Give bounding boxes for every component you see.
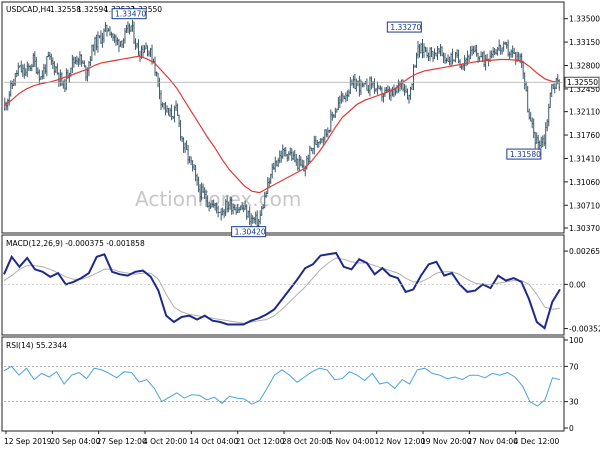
price-axis-label: 1.31760 (569, 131, 600, 140)
price-annotation-label: 1.30420 (235, 228, 266, 237)
time-axis-label: 21 Oct 12:00 (236, 437, 285, 446)
price-axis-label: 1.31060 (569, 178, 600, 187)
rsi-panel-title: RSI(14) 55.2344 (6, 341, 67, 350)
time-axis-label: 19 Nov 20:00 (421, 437, 472, 446)
price-axis-label: 1.32800 (569, 61, 600, 70)
time-axis-label: 4 Oct 20:00 (143, 437, 187, 446)
price-axis-label: 1.31410 (569, 154, 600, 163)
rsi-axis-label: 70 (569, 362, 579, 371)
time-axis-label: 12 Sep 2019 (4, 437, 52, 446)
chart-svg: USDCAD,H4 1.32558 1.32594 1.32532 1.3255… (1, 1, 600, 446)
price-annotation-label: 1.31580 (510, 150, 541, 159)
time-axis-label: 27 Sep 12:00 (97, 437, 147, 446)
time-axis-label: 28 Oct 20:00 (282, 437, 331, 446)
macd-axis-label: -0.003526 (569, 325, 600, 334)
rsi-layer (3, 365, 564, 407)
price-axis-label: 1.30370 (569, 224, 600, 233)
rsi-panel (1, 336, 565, 432)
rsi-axis-label: 0 (569, 424, 574, 433)
price-axis-label: 1.30710 (569, 201, 600, 210)
macd-layer (3, 251, 564, 330)
price-axis-label: 1.33150 (569, 38, 600, 47)
price-annotation-label: 1.33470 (115, 10, 146, 19)
macd-line (3, 251, 561, 330)
time-axis-label: 5 Nov 04:00 (328, 437, 374, 446)
current-price-label: 1.32550 (567, 78, 598, 87)
price-axis-label: 1.32110 (569, 108, 600, 117)
price-annotation-label: 1.33270 (390, 23, 421, 32)
macd-panel-title: MACD(12,26,9) -0.000375 -0.001858 (6, 239, 145, 248)
rsi-axis-label: 30 (569, 398, 579, 407)
axis-layer: 1.335001.331501.328001.324501.321101.317… (4, 15, 600, 446)
time-axis-label: 27 Nov 04:00 (467, 437, 518, 446)
macd-axis-label: 0.002652 (569, 247, 600, 256)
time-axis-label: 14 Oct 04:00 (189, 437, 238, 446)
macd-panel (1, 234, 565, 336)
price-panel-symbol: USDCAD,H4 (6, 5, 51, 14)
chart-canvas: USDCAD,H4 1.32558 1.32594 1.32532 1.3255… (0, 0, 600, 450)
macd-axis-label: 0.00 (569, 280, 586, 289)
time-axis-label: 12 Nov 12:00 (375, 437, 426, 446)
price-axis-label: 1.33500 (569, 15, 600, 24)
time-axis-label: 20 Sep 04:00 (50, 437, 100, 446)
time-axis-label: 4 Dec 12:00 (514, 437, 560, 446)
rsi-line (3, 365, 561, 407)
rsi-axis-label: 100 (569, 336, 584, 345)
